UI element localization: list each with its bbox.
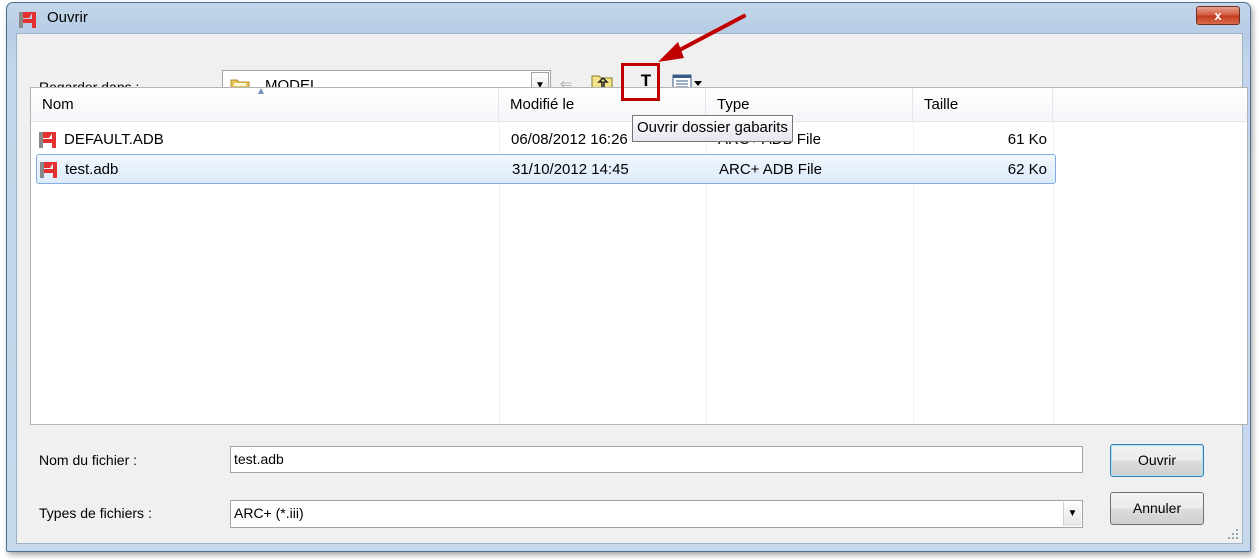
cancel-button[interactable]: Annuler bbox=[1110, 492, 1204, 525]
dialog-body: Regarder dans : MODEL ▼ ⇐ T bbox=[16, 33, 1248, 544]
tooltip: Ouvrir dossier gabarits bbox=[632, 115, 793, 142]
arc-app-icon bbox=[19, 12, 36, 28]
file-size: 62 Ko bbox=[1007, 161, 1047, 178]
filename-label: Nom du fichier : bbox=[39, 452, 138, 468]
open-button[interactable]: Ouvrir bbox=[1110, 444, 1204, 477]
file-modified: 06/08/2012 16:26 bbox=[511, 131, 628, 148]
file-name: test.adb bbox=[65, 161, 119, 178]
annotation-arrow-icon bbox=[658, 14, 746, 62]
file-name: DEFAULT.ADB bbox=[64, 131, 164, 148]
resize-grip-icon[interactable] bbox=[1227, 528, 1239, 540]
table-row-selected[interactable]: test.adb 31/10/2012 14:45 ARC+ ADB File … bbox=[36, 154, 1056, 184]
filetype-select[interactable]: ARC+ (*.iii) ▼ bbox=[230, 500, 1083, 528]
window-title: Ouvrir bbox=[47, 9, 88, 26]
sort-indicator-icon: ▲ bbox=[256, 86, 266, 97]
file-type: ARC+ ADB File bbox=[719, 161, 822, 178]
table-row[interactable]: DEFAULT.ADB 06/08/2012 16:26 ARC+ ADB Fi… bbox=[36, 125, 1056, 155]
close-button[interactable]: x bbox=[1196, 6, 1240, 25]
adb-file-icon bbox=[40, 162, 57, 178]
title-bar[interactable]: Ouvrir x bbox=[7, 3, 1250, 33]
filename-input[interactable]: test.adb bbox=[230, 446, 1083, 473]
filetype-label: Types de fichiers : bbox=[39, 505, 152, 521]
file-size: 61 Ko bbox=[1007, 131, 1047, 148]
filetype-value: ARC+ (*.iii) bbox=[234, 505, 304, 521]
column-size[interactable]: Taille bbox=[913, 88, 1053, 121]
chevron-down-icon: ▼ bbox=[1063, 502, 1081, 526]
file-modified: 31/10/2012 14:45 bbox=[512, 161, 629, 178]
adb-file-icon bbox=[39, 132, 56, 148]
